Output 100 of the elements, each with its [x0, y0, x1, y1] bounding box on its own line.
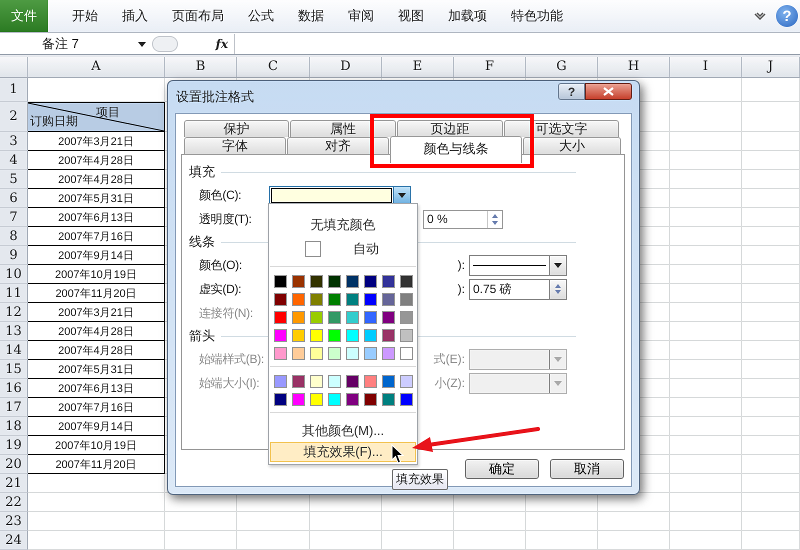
file-tab[interactable]: 文件 [0, 0, 48, 32]
arrow-dropdown[interactable] [469, 348, 567, 370]
color-swatch[interactable] [400, 293, 413, 306]
row-number[interactable]: 13 [0, 322, 28, 341]
table-cell[interactable] [526, 512, 598, 531]
table-cell[interactable] [742, 189, 800, 208]
color-swatch[interactable] [346, 293, 359, 306]
table-cell[interactable] [598, 531, 670, 550]
table-cell[interactable] [742, 417, 800, 436]
dialog-tab[interactable]: 属性 [290, 120, 396, 137]
ribbon-tab[interactable]: 视图 [398, 7, 424, 25]
row-number[interactable]: 18 [0, 417, 28, 436]
transparency-spinner[interactable]: 0 % [423, 210, 503, 228]
column-header[interactable]: G [526, 57, 598, 77]
dialog-tab[interactable]: 字体 [184, 137, 286, 154]
column-header[interactable]: H [598, 57, 670, 77]
color-swatch[interactable] [328, 329, 341, 342]
color-swatch[interactable] [328, 375, 341, 388]
row-number[interactable]: 22 [0, 493, 28, 512]
color-swatch[interactable] [292, 329, 305, 342]
row-number[interactable]: 16 [0, 379, 28, 398]
color-swatch[interactable] [364, 393, 377, 406]
dialog-tab[interactable]: 颜色与线条 [390, 136, 522, 163]
row-number[interactable]: 23 [0, 512, 28, 531]
row-number[interactable]: 6 [0, 189, 28, 208]
color-swatch[interactable] [400, 275, 413, 288]
table-cell[interactable] [742, 78, 800, 102]
table-cell[interactable] [526, 531, 598, 550]
fill-color-dropdown[interactable] [269, 186, 411, 204]
table-cell[interactable] [670, 398, 742, 417]
color-swatch[interactable] [400, 375, 413, 388]
ribbon-tab[interactable]: 开始 [72, 7, 98, 25]
menu-item[interactable]: 自动 [273, 236, 413, 262]
table-cell[interactable] [670, 360, 742, 379]
column-header[interactable]: A [28, 57, 165, 77]
color-swatch[interactable] [382, 275, 395, 288]
table-cell[interactable] [670, 151, 742, 170]
color-swatch[interactable] [274, 375, 287, 388]
color-swatch[interactable] [346, 347, 359, 360]
color-swatch[interactable] [310, 329, 323, 342]
color-swatch[interactable] [292, 375, 305, 388]
table-cell[interactable] [742, 303, 800, 322]
color-swatch[interactable] [382, 347, 395, 360]
table-cell[interactable] [310, 531, 382, 550]
color-swatch[interactable] [292, 311, 305, 324]
table-cell[interactable] [310, 512, 382, 531]
table-cell[interactable] [670, 455, 742, 474]
table-cell[interactable] [742, 102, 800, 132]
column-header[interactable]: I [670, 57, 742, 77]
color-swatch[interactable] [310, 375, 323, 388]
row-number[interactable]: 11 [0, 284, 28, 303]
dialog-tab[interactable]: 保护 [184, 120, 289, 137]
line-weight-spinner[interactable]: 0.75 磅 [469, 278, 567, 300]
table-cell[interactable] [742, 436, 800, 455]
table-cell[interactable] [742, 531, 800, 550]
table-cell[interactable] [237, 512, 310, 531]
table-cell[interactable] [165, 531, 237, 550]
color-swatch[interactable] [292, 293, 305, 306]
color-swatch[interactable] [274, 293, 287, 306]
table-cell[interactable] [742, 170, 800, 189]
table-cell[interactable] [742, 379, 800, 398]
color-swatch[interactable] [364, 275, 377, 288]
color-swatch[interactable] [382, 311, 395, 324]
table-cell[interactable] [742, 322, 800, 341]
table-cell[interactable] [28, 531, 165, 550]
row-number[interactable]: 3 [0, 132, 28, 151]
row-number[interactable]: 21 [0, 474, 28, 493]
color-swatch[interactable] [364, 293, 377, 306]
column-header[interactable]: D [310, 57, 382, 77]
ribbon-tab[interactable]: 公式 [248, 7, 274, 25]
column-header[interactable]: F [454, 57, 526, 77]
color-swatch[interactable] [292, 347, 305, 360]
color-swatch[interactable] [364, 347, 377, 360]
table-cell[interactable] [670, 379, 742, 398]
table-cell[interactable] [670, 284, 742, 303]
color-swatch[interactable] [292, 275, 305, 288]
table-cell[interactable] [454, 512, 526, 531]
table-cell[interactable] [742, 132, 800, 151]
splitter-handle[interactable] [152, 36, 178, 52]
color-swatch[interactable] [382, 293, 395, 306]
ribbon-tab[interactable]: 页面布局 [172, 7, 224, 25]
row-number[interactable]: 17 [0, 398, 28, 417]
table-cell[interactable] [670, 132, 742, 151]
table-cell[interactable] [670, 322, 742, 341]
table-cell[interactable] [598, 512, 670, 531]
table-cell[interactable] [742, 360, 800, 379]
table-cell[interactable] [670, 531, 742, 550]
color-swatch[interactable] [382, 329, 395, 342]
color-swatch[interactable] [328, 311, 341, 324]
ribbon-tab[interactable]: 审阅 [348, 7, 374, 25]
table-cell[interactable] [670, 227, 742, 246]
table-cell[interactable] [670, 189, 742, 208]
column-header[interactable]: C [237, 57, 310, 77]
color-swatch[interactable] [346, 275, 359, 288]
color-swatch[interactable] [310, 393, 323, 406]
color-swatch[interactable] [346, 393, 359, 406]
menu-item[interactable]: 填充效果(F)... [270, 442, 416, 462]
row-number[interactable]: 5 [0, 170, 28, 189]
row-number[interactable]: 4 [0, 151, 28, 170]
dialog-button[interactable]: 取消 [550, 459, 624, 479]
